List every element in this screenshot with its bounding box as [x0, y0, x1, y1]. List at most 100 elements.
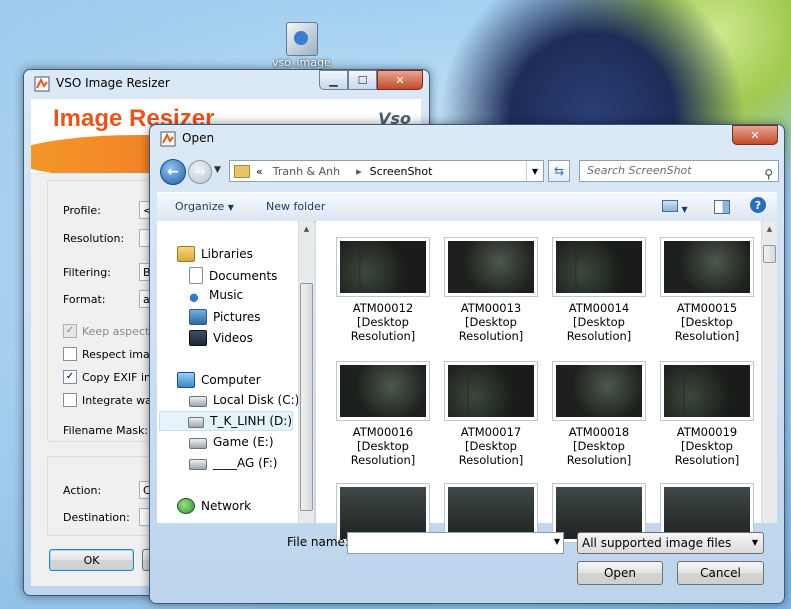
copy-exif-checkbox[interactable]: ✓ Copy EXIF info: [63, 370, 162, 384]
address-bar[interactable]: « Tranh & Anh ▸ ScreenShot ▼: [229, 160, 544, 182]
check-icon: ✓: [63, 370, 77, 384]
recent-pages-dropdown[interactable]: ▼: [214, 165, 221, 175]
desktop-icon-vso-image[interactable]: vso_image ...: [272, 22, 332, 69]
network-icon: [177, 498, 195, 514]
file-name-input[interactable]: ▼: [347, 532, 564, 554]
file-item[interactable]: ATM00013 [Desktop Resolution]: [443, 237, 539, 343]
open-button[interactable]: Open: [577, 561, 663, 585]
nav-scroll-thumb[interactable]: [300, 283, 313, 511]
thumbnail: [336, 237, 430, 297]
breadcrumb-separator[interactable]: ▸: [356, 165, 362, 178]
organize-menu[interactable]: Organize ▼: [175, 200, 234, 213]
action-label: Action:: [63, 484, 102, 497]
profile-label: Profile:: [63, 204, 101, 217]
new-folder-button[interactable]: New folder: [266, 200, 325, 213]
view-options-button[interactable]: ▼: [662, 200, 688, 215]
views-icon: [662, 200, 678, 212]
thumbnail: [444, 237, 538, 297]
help-button[interactable]: ?: [750, 197, 766, 213]
maximize-button[interactable]: ☐: [348, 70, 377, 90]
breadcrumb-item[interactable]: ScreenShot: [370, 165, 433, 178]
file-scroll-thumb[interactable]: [763, 245, 776, 263]
file-type-select[interactable]: All supported image files ▼: [577, 532, 764, 554]
open-title: Open: [182, 131, 215, 145]
vso-titlebar[interactable]: VSO Image Resizer ▁ ☐ ✕: [24, 70, 429, 98]
format-label: Format:: [63, 293, 106, 306]
thumbnail: [336, 361, 430, 421]
dialog-icon: [160, 131, 176, 147]
dialog-close-button[interactable]: ✕: [732, 125, 778, 145]
filename-mask-label: Filename Mask:: [63, 424, 149, 437]
refresh-icon: ⇆: [553, 164, 565, 178]
thumbnail: [444, 361, 538, 421]
breadcrumb-prefix[interactable]: «: [256, 165, 263, 178]
nav-documents[interactable]: Documents: [189, 267, 277, 284]
nav-libraries[interactable]: Libraries: [177, 246, 253, 262]
forward-arrow-icon: →: [194, 164, 206, 180]
pictures-icon: [189, 309, 207, 325]
nav-drive-e[interactable]: Game (E:): [189, 435, 274, 449]
close-icon: ✕: [750, 128, 760, 142]
videos-icon: [189, 330, 207, 346]
nav-computer[interactable]: Computer: [177, 372, 261, 388]
thumbnail: [552, 361, 646, 421]
back-button[interactable]: ←: [160, 159, 186, 185]
chevron-down-icon: ▼: [227, 203, 234, 212]
drive-icon: [189, 438, 207, 449]
navigation-bar: ← → ▼ « Tranh & Anh ▸ ScreenShot ▼ ⇆ Sea…: [157, 154, 779, 188]
ok-button[interactable]: OK: [49, 549, 134, 571]
computer-icon: [177, 372, 195, 388]
thumbnail: [552, 237, 646, 297]
preview-pane-icon: [714, 200, 730, 214]
libraries-icon: [177, 246, 195, 262]
scroll-up-icon[interactable]: ▲: [299, 221, 314, 237]
search-icon: ⚲: [764, 167, 773, 181]
nav-drive-c[interactable]: Local Disk (C:): [189, 393, 299, 407]
refresh-button[interactable]: ⇆: [548, 160, 570, 182]
address-dropdown[interactable]: ▼: [526, 161, 543, 181]
drive-icon: [188, 417, 205, 428]
help-icon: ?: [750, 197, 766, 213]
app-icon: [34, 76, 50, 92]
forward-button[interactable]: →: [188, 160, 212, 184]
file-item[interactable]: ATM00019 [Desktop Resolution]: [659, 361, 755, 467]
chevron-down-icon: ▼: [214, 165, 221, 175]
nav-pictures[interactable]: Pictures: [189, 309, 261, 325]
scroll-up-icon[interactable]: ▲: [762, 221, 777, 237]
preview-pane-button[interactable]: [714, 200, 730, 217]
destination-label: Destination:: [63, 511, 130, 524]
nav-drive-f[interactable]: ____AG (F:): [189, 456, 278, 470]
file-name-label: File name:: [287, 535, 349, 549]
open-titlebar[interactable]: Open ✕: [150, 125, 784, 153]
maximize-icon: ☐: [357, 73, 368, 87]
file-item[interactable]: ATM00015 [Desktop Resolution]: [659, 237, 755, 343]
thumbnail: [660, 237, 754, 297]
integrate-watermark-checkbox[interactable]: Integrate wate: [63, 393, 163, 407]
file-item[interactable]: ATM00017 [Desktop Resolution]: [443, 361, 539, 467]
vso-title: VSO Image Resizer: [56, 76, 170, 90]
desktop-icon-label: vso_image ...: [272, 56, 332, 69]
nav-videos[interactable]: Videos: [189, 330, 253, 346]
search-input[interactable]: Search ScreenShot ⚲: [579, 160, 779, 182]
cancel-button[interactable]: Cancel: [677, 561, 764, 585]
resolution-label: Resolution:: [63, 232, 125, 245]
minimize-button[interactable]: ▁: [319, 70, 348, 90]
navigation-pane: Libraries Documents Music Pictures Video…: [157, 221, 314, 523]
nav-scrollbar[interactable]: ▲: [298, 221, 314, 523]
file-item[interactable]: ATM00016 [Desktop Resolution]: [335, 361, 431, 467]
file-item[interactable]: ATM00014 [Desktop Resolution]: [551, 237, 647, 343]
documents-icon: [189, 267, 203, 284]
breadcrumb-item[interactable]: Tranh & Anh: [273, 165, 340, 178]
file-item[interactable]: ATM00012 [Desktop Resolution]: [335, 237, 431, 343]
nav-network[interactable]: Network: [177, 498, 251, 514]
nav-drive-d[interactable]: T_K_LINH (D:): [159, 411, 293, 431]
file-item[interactable]: ATM00018 [Desktop Resolution]: [551, 361, 647, 467]
nav-music[interactable]: Music: [189, 288, 243, 302]
file-list-scrollbar[interactable]: ▲: [761, 221, 777, 523]
chevron-down-icon[interactable]: ▼: [554, 537, 560, 546]
close-button[interactable]: ✕: [377, 70, 423, 90]
drive-icon: [189, 459, 207, 470]
open-file-dialog: Open ✕ ← → ▼ « Tranh & Anh ▸ ScreenShot …: [149, 124, 785, 604]
music-icon: [189, 288, 203, 302]
dialog-footer: File name: ▼ All supported image files ▼…: [150, 525, 784, 602]
